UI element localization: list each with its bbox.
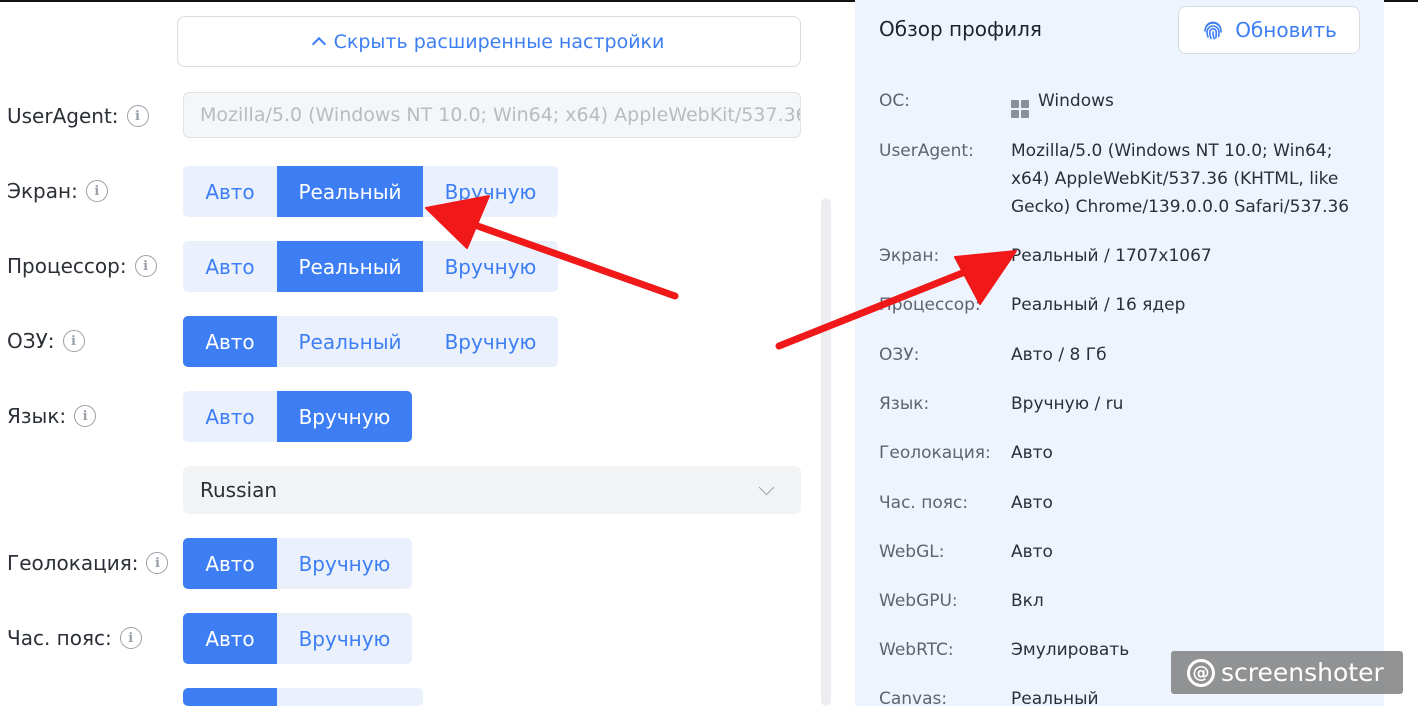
info-icon[interactable]: i [126,105,149,127]
partial-segmented-control [183,688,423,706]
info-icon[interactable]: i [119,627,142,649]
timezone-option-auto[interactable]: Авто [183,613,277,664]
overview-value-os: Windows [1011,87,1361,118]
overview-label-webgl: WebGL: [879,542,945,562]
info-icon[interactable]: i [62,330,85,352]
ram-option-real[interactable]: Реальный [277,316,423,367]
timezone-label: Час. пояс: i [7,618,142,658]
screenshoter-watermark: @ screenshoter [1171,651,1403,694]
overview-label-webrtc: WebRTC: [879,640,954,660]
fingerprint-icon [1204,21,1222,40]
geolocation-segmented-control: Авто Вручную [183,538,412,589]
overview-value-cpu: Реальный / 16 ядер [1011,295,1186,315]
screen-segmented-control: Авто Реальный Вручную [183,166,558,217]
cpu-option-auto[interactable]: Авто [183,241,277,292]
scrollbar[interactable] [821,198,831,706]
ram-option-manual[interactable]: Вручную [423,316,558,367]
overview-value-webgpu: Вкл [1011,591,1044,611]
overview-value-ram: Авто / 8 Гб [1011,345,1107,365]
screen-option-auto[interactable]: Авто [183,166,277,217]
info-icon[interactable]: i [146,552,169,574]
overview-label-os: ОС: [879,91,910,111]
info-icon[interactable]: i [85,180,108,202]
screen-label: Экран: i [7,171,108,211]
language-select[interactable]: Russian [183,466,801,514]
screen-option-manual[interactable]: Вручную [423,166,558,217]
overview-label-language: Язык: [879,394,930,414]
useragent-input[interactable]: Mozilla/5.0 (Windows NT 10.0; Win64; x64… [183,92,801,138]
info-icon[interactable]: i [74,405,97,427]
partial-option-active[interactable] [183,688,277,706]
overview-value-language: Вручную / ru [1011,394,1124,414]
screen-option-real[interactable]: Реальный [277,166,423,217]
cpu-label: Процессор: i [7,246,157,286]
ram-segmented-control: Авто Реальный Вручную [183,316,558,367]
hide-advanced-settings-button[interactable]: Скрыть расширенные настройки [177,16,801,67]
overview-label-canvas: Canvas: [879,689,948,706]
overview-label-webgpu: WebGPU: [879,591,958,611]
overview-value-timezone: Авто [1011,493,1053,513]
ram-label: ОЗУ: i [7,321,85,361]
ram-option-auto[interactable]: Авто [183,316,277,367]
useragent-label: UserAgent: i [7,96,149,136]
geolocation-label: Геолокация: i [7,543,169,583]
overview-value-webgl: Авто [1011,542,1053,562]
overview-value-screen: Реальный / 1707x1067 [1011,246,1212,266]
overview-label-cpu: Процессор: [879,295,981,315]
geolocation-option-manual[interactable]: Вручную [277,538,412,589]
timezone-option-manual[interactable]: Вручную [277,613,412,664]
partial-option[interactable] [277,688,423,706]
refresh-button[interactable]: Обновить [1178,6,1360,54]
geolocation-option-auto[interactable]: Авто [183,538,277,589]
info-icon[interactable]: i [134,255,157,277]
language-option-manual[interactable]: Вручную [277,391,412,442]
overview-title: Обзор профиля [879,17,1042,41]
cpu-option-manual[interactable]: Вручную [423,241,558,292]
overview-label-geolocation: Геолокация: [879,443,991,463]
at-icon: @ [1187,658,1215,687]
cpu-option-real[interactable]: Реальный [277,241,423,292]
language-label: Язык: i [7,396,97,436]
language-option-auto[interactable]: Авто [183,391,277,442]
windows-icon [1011,100,1029,118]
chevron-up-icon [311,36,326,52]
overview-value-useragent: Mozilla/5.0 (Windows NT 10.0; Win64; x64… [1011,141,1350,217]
refresh-label: Обновить [1235,18,1337,42]
overview-label-timezone: Час. пояс: [879,493,969,513]
overview-label-ram: ОЗУ: [879,345,920,365]
language-segmented-control: Авто Вручную [183,391,412,442]
timezone-segmented-control: Авто Вручную [183,613,412,664]
overview-value-geolocation: Авто [1011,443,1053,463]
hide-advanced-label: Скрыть расширенные настройки [333,30,665,53]
overview-label-useragent: UserAgent: [879,141,974,161]
chevron-down-icon [758,479,775,495]
overview-label-screen: Экран: [879,246,940,266]
cpu-segmented-control: Авто Реальный Вручную [183,241,558,292]
